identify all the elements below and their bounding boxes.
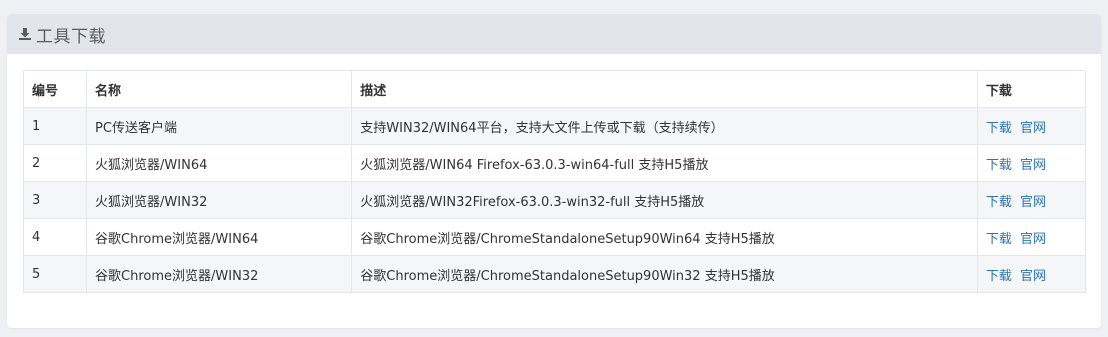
download-cell: 下载 官网: [976, 255, 1087, 293]
column-header-no: 编号: [22, 70, 88, 108]
download-link[interactable]: 下载: [986, 269, 1012, 284]
panel-title: 工具下载: [36, 26, 106, 47]
official-site-link[interactable]: 官网: [1020, 232, 1046, 247]
official-site-link[interactable]: 官网: [1020, 269, 1046, 284]
column-header-download: 下载: [976, 70, 1087, 108]
tool-name: 谷歌Chrome浏览器/WIN32: [86, 255, 353, 293]
tool-description: 谷歌Chrome浏览器/ChromeStandaloneSetup90Win64…: [351, 218, 978, 256]
tool-description: 谷歌Chrome浏览器/ChromeStandaloneSetup90Win32…: [351, 255, 978, 293]
download-link[interactable]: 下载: [986, 195, 1012, 210]
tool-name: 火狐浏览器/WIN32: [86, 181, 353, 219]
download-cell: 下载 官网: [976, 107, 1087, 145]
column-header-description: 描述: [351, 70, 978, 108]
table-row: 2 火狐浏览器/WIN64 火狐浏览器/WIN64 Firefox-63.0.3…: [22, 144, 1087, 182]
download-link[interactable]: 下载: [986, 232, 1012, 247]
download-icon: [18, 27, 32, 41]
table-row: 1 PC传送客户端 支持WIN32/WIN64平台，支持大文件上传或下载（支持续…: [22, 107, 1087, 145]
tool-name: 谷歌Chrome浏览器/WIN64: [86, 218, 353, 256]
table-row: 4 谷歌Chrome浏览器/WIN64 谷歌Chrome浏览器/ChromeSt…: [22, 218, 1087, 256]
tool-name: 火狐浏览器/WIN64: [86, 144, 353, 182]
official-site-link[interactable]: 官网: [1020, 195, 1046, 210]
panel-header: 工具下载: [7, 14, 1101, 54]
download-cell: 下载 官网: [976, 181, 1087, 219]
table-header-row: 编号 名称 描述 下载: [22, 70, 1087, 108]
official-site-link[interactable]: 官网: [1020, 121, 1046, 136]
tool-download-panel: 工具下载 编号 名称 描述 下载 1 PC传送客户端 支持WIN32/WIN64…: [7, 14, 1101, 328]
tools-table: 编号 名称 描述 下载 1 PC传送客户端 支持WIN32/WIN64平台，支持…: [22, 70, 1087, 293]
row-number: 3: [22, 181, 88, 219]
row-number: 5: [22, 255, 88, 293]
download-cell: 下载 官网: [976, 144, 1087, 182]
download-link[interactable]: 下载: [986, 158, 1012, 173]
download-cell: 下载 官网: [976, 218, 1087, 256]
table-row: 5 谷歌Chrome浏览器/WIN32 谷歌Chrome浏览器/ChromeSt…: [22, 255, 1087, 293]
official-site-link[interactable]: 官网: [1020, 158, 1046, 173]
table-row: 3 火狐浏览器/WIN32 火狐浏览器/WIN32Firefox-63.0.3-…: [22, 181, 1087, 219]
download-link[interactable]: 下载: [986, 121, 1012, 136]
column-header-name: 名称: [86, 70, 353, 108]
row-number: 1: [22, 107, 88, 145]
row-number: 4: [22, 218, 88, 256]
tool-name: PC传送客户端: [86, 107, 353, 145]
tool-description: 支持WIN32/WIN64平台，支持大文件上传或下载（支持续传）: [351, 107, 978, 145]
tool-description: 火狐浏览器/WIN32Firefox-63.0.3-win32-full 支持H…: [351, 181, 978, 219]
tool-description: 火狐浏览器/WIN64 Firefox-63.0.3-win64-full 支持…: [351, 144, 978, 182]
row-number: 2: [22, 144, 88, 182]
